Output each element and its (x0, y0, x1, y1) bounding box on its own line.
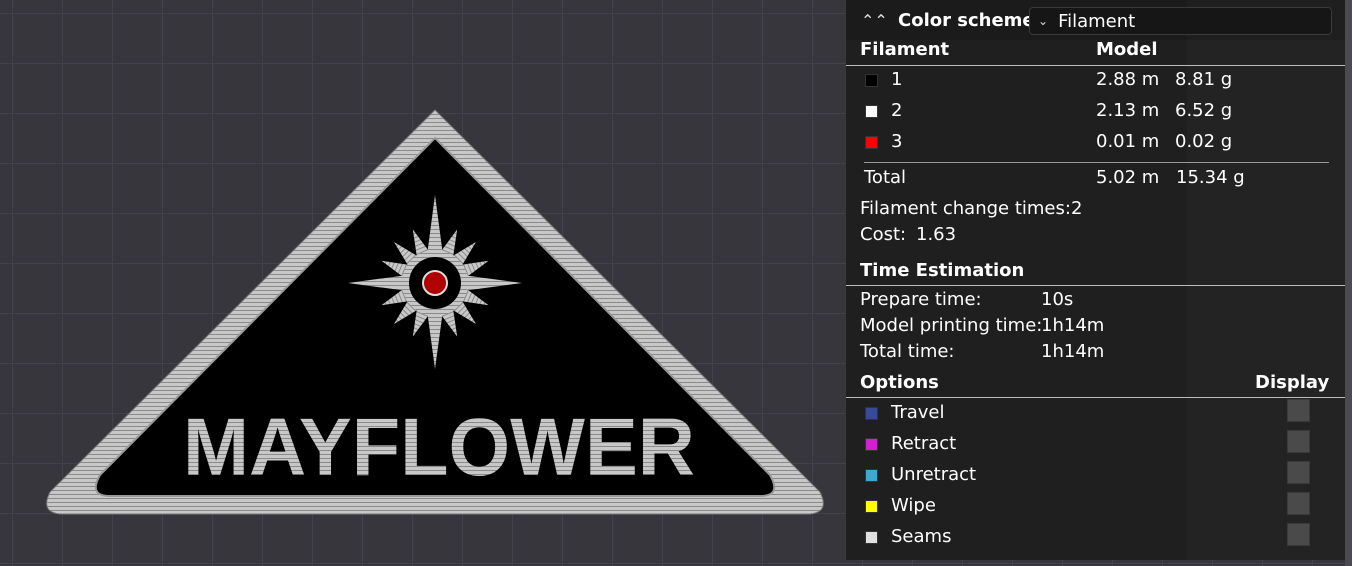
total-time-label: Total time: (860, 341, 955, 362)
option-swatch (865, 531, 878, 544)
option-label: Travel (891, 402, 945, 423)
chevron-down-icon: ⌄ (1038, 14, 1049, 28)
filament-weight: 6.52 g (1175, 100, 1233, 121)
option-label: Unretract (891, 464, 977, 485)
filament-swatch (865, 136, 878, 149)
option-swatch (865, 469, 878, 482)
filament-id: 3 (891, 131, 903, 152)
filament-weight: 8.81 g (1175, 69, 1233, 90)
prepare-time-label: Prepare time: (860, 289, 982, 310)
option-label: Wipe (891, 495, 936, 516)
filament-swatch (865, 105, 878, 118)
option-label: Seams (891, 526, 952, 547)
legend-panel: ⌃⌃ Color scheme ⌄ Filament Filament Mode… (846, 0, 1345, 560)
divider (846, 65, 1345, 66)
options-header: Options (860, 372, 939, 393)
option-swatch (865, 407, 878, 420)
divider (846, 285, 1345, 286)
display-checkbox[interactable] (1287, 461, 1310, 484)
filament-length: 2.88 m (1096, 69, 1160, 90)
prepare-time-value: 10s (1041, 289, 1074, 310)
model-printing-time-label: Model printing time: (860, 315, 1043, 336)
divider (846, 397, 1345, 398)
option-label: Retract (891, 433, 957, 454)
collapse-icon[interactable]: ⌃⌃ (861, 11, 888, 30)
display-checkbox[interactable] (1287, 523, 1310, 546)
filament-length: 2.13 m (1096, 100, 1160, 121)
display-checkbox[interactable] (1287, 430, 1310, 453)
display-checkbox[interactable] (1287, 399, 1310, 422)
model-printing-time-value: 1h14m (1041, 315, 1105, 336)
filament-change-label: Filament change times: (860, 198, 1071, 219)
display-checkbox[interactable] (1287, 492, 1310, 515)
display-header: Display (1255, 372, 1330, 393)
panel-edge (1345, 0, 1352, 566)
option-swatch (865, 500, 878, 513)
cost-label: Cost: (860, 224, 907, 245)
time-estimation-header: Time Estimation (860, 260, 1025, 281)
color-scheme-value: Filament (1058, 10, 1136, 32)
filament-swatch (865, 74, 878, 87)
option-swatch (865, 438, 878, 451)
filament-weight: 0.02 g (1175, 131, 1233, 152)
filament-change-value: 2 (1071, 198, 1083, 219)
total-length: 5.02 m (1096, 167, 1160, 188)
cost-value: 1.63 (916, 224, 957, 245)
total-time-value: 1h14m (1041, 341, 1105, 362)
filament-length: 0.01 m (1096, 131, 1160, 152)
filament-id: 2 (891, 100, 903, 121)
filament-id: 1 (891, 69, 903, 90)
model-preview[interactable]: MAYFLOWER (0, 0, 846, 566)
model-header: Model (1096, 39, 1158, 60)
total-weight: 15.34 g (1176, 167, 1245, 188)
color-scheme-dropdown[interactable]: ⌄ Filament (1029, 7, 1332, 35)
filament-header: Filament (860, 39, 950, 60)
color-scheme-label: Color scheme (898, 9, 1035, 31)
model-label-text: MAYFLOWER (183, 402, 695, 493)
total-label: Total (864, 167, 907, 188)
divider (864, 162, 1329, 163)
